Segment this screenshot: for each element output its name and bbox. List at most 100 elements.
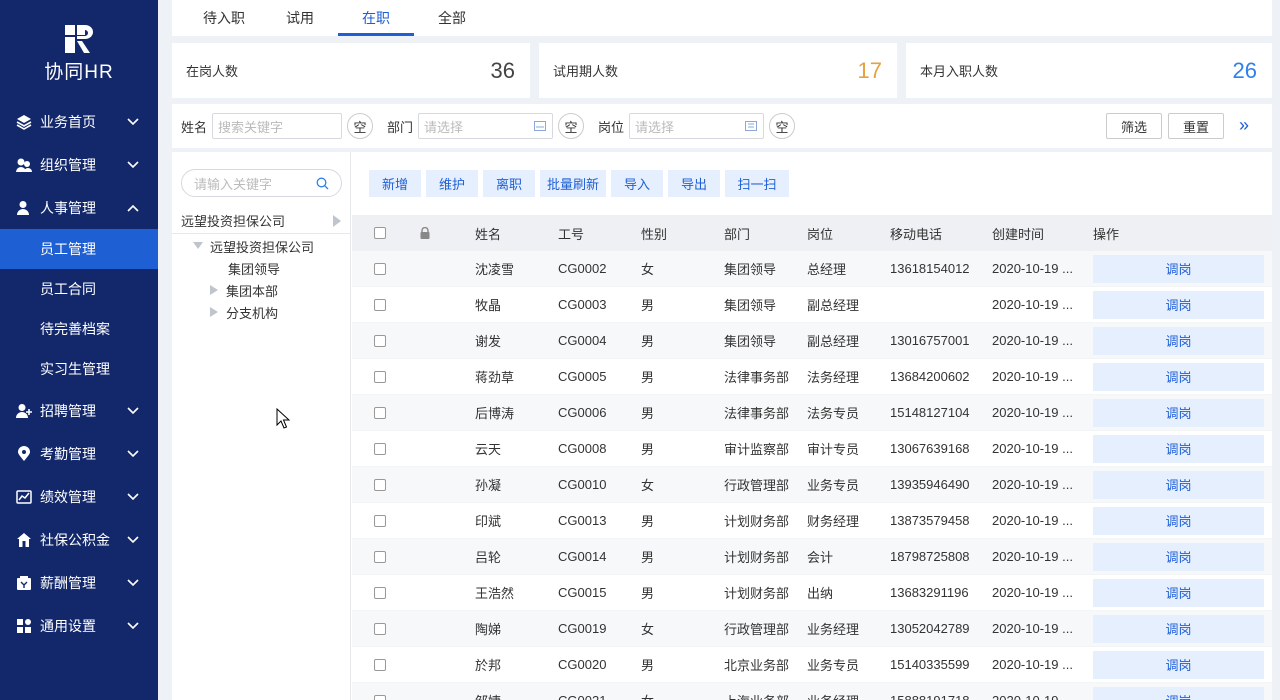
table-row[interactable]: 沈凌雪 CG0002 女 集团领导 总经理 13618154012 2020-10-19 .…: [352, 251, 1272, 287]
tab-pending[interactable]: 待入职: [186, 0, 262, 36]
row-checkbox[interactable]: [374, 442, 386, 455]
expand-icon[interactable]: »: [1234, 114, 1254, 136]
table-row[interactable]: 牧晶 CG0003 男 集团领导 副总经理 2020-10-19 ... 调岗: [352, 287, 1272, 323]
col-dept[interactable]: 部门: [724, 224, 807, 243]
cell-gender: 男: [641, 406, 655, 421]
col-post[interactable]: 岗位: [807, 224, 890, 243]
name-search-input[interactable]: 搜索关键字: [212, 113, 343, 139]
transfer-post-button[interactable]: 调岗: [1093, 578, 1264, 607]
menu-recruit[interactable]: 招聘管理: [0, 389, 158, 432]
cell-gender: 男: [641, 370, 655, 385]
row-checkbox[interactable]: [374, 478, 386, 491]
menu-settings[interactable]: 通用设置: [0, 604, 158, 647]
cell-gender: 男: [641, 334, 655, 349]
tree-node-branches[interactable]: 分支机构: [208, 301, 278, 323]
select-all-checkbox[interactable]: [374, 227, 386, 239]
table-row[interactable]: 陶娣 CG0019 女 行政管理部 业务经理 13052042789 2020-10-19 …: [352, 611, 1272, 647]
tree-search-input[interactable]: 请输入关键字: [181, 169, 342, 197]
transfer-post-button[interactable]: 调岗: [1093, 434, 1264, 463]
tab-probation[interactable]: 试用: [262, 0, 338, 36]
col-id[interactable]: 工号: [558, 224, 641, 243]
transfer-post-button[interactable]: 调岗: [1093, 362, 1264, 391]
import-button[interactable]: 导入: [611, 170, 663, 197]
cell-post: 副总经理: [807, 298, 860, 313]
tree-node-headquarters[interactable]: 集团本部: [208, 279, 278, 301]
row-checkbox[interactable]: [374, 370, 386, 383]
tree-node-company[interactable]: 远望投资担保公司: [192, 235, 314, 257]
submenu-pending-archive[interactable]: 待完善档案: [0, 309, 158, 349]
clear-name-button[interactable]: 空: [347, 113, 374, 139]
resign-button[interactable]: 离职: [483, 170, 535, 197]
menu-hr[interactable]: 人事管理: [0, 186, 158, 229]
table-row[interactable]: 后博涛 CG0006 男 法律事务部 法务专员 15148127104 2020-10-19…: [352, 395, 1272, 431]
row-checkbox[interactable]: [374, 298, 386, 311]
employee-table: 姓名 工号 性别 部门 岗位 移动电话 创建时间 操作 沈凌雪 CG0002 女集团…: [352, 215, 1272, 700]
tab-all[interactable]: 全部: [414, 0, 490, 36]
table-row[interactable]: 印斌 CG0013 男 计划财务部 财务经理 13873579458 2020-10-19 …: [352, 503, 1272, 539]
menu-social-insurance[interactable]: 社保公积金: [0, 518, 158, 561]
transfer-post-button[interactable]: 调岗: [1093, 254, 1264, 283]
row-checkbox[interactable]: [374, 514, 386, 527]
transfer-post-button[interactable]: 调岗: [1093, 290, 1264, 319]
transfer-post-button[interactable]: 调岗: [1093, 506, 1264, 535]
clear-post-button[interactable]: 空: [769, 113, 796, 139]
post-filter-label: 岗位: [598, 119, 625, 135]
maintain-button[interactable]: 维护: [426, 170, 478, 197]
cell-phone: 15140335599: [890, 657, 970, 672]
cell-created: 2020-10-19 ...: [992, 261, 1073, 276]
row-checkbox[interactable]: [374, 334, 386, 347]
transfer-post-button[interactable]: 调岗: [1093, 542, 1264, 571]
col-name[interactable]: 姓名: [475, 224, 558, 243]
tree-node-leaders[interactable]: 集团领导: [228, 257, 280, 279]
submenu-employee-management[interactable]: 员工管理: [0, 229, 158, 269]
post-select[interactable]: 请选择: [629, 113, 765, 139]
table-row[interactable]: 云天 CG0008 男 审计监察部 审计专员 13067639168 2020-10-19 …: [352, 431, 1272, 467]
scan-button[interactable]: 扫一扫: [725, 170, 789, 197]
chevron-down-icon: [127, 535, 139, 543]
table-row[interactable]: 於邦 CG0020 男 北京业务部 业务专员 15140335599 2020-10-19 …: [352, 647, 1272, 683]
menu-home[interactable]: 业务首页: [0, 100, 158, 143]
export-button[interactable]: 导出: [668, 170, 720, 197]
row-checkbox[interactable]: [374, 658, 386, 671]
menu-org[interactable]: 组织管理: [0, 143, 158, 186]
table-row[interactable]: 蒋劲草 CG0005 男 法律事务部 法务经理 13684200602 2020-10-19…: [352, 359, 1272, 395]
row-checkbox[interactable]: [374, 622, 386, 635]
table-row[interactable]: 谢发 CG0004 男 集团领导 副总经理 13016757001 2020-10-19 .…: [352, 323, 1272, 359]
transfer-post-button[interactable]: 调岗: [1093, 326, 1264, 355]
submenu-intern-management[interactable]: 实习生管理: [0, 349, 158, 389]
reset-button[interactable]: 重置: [1168, 113, 1224, 139]
cell-name: 印斌: [475, 514, 502, 529]
dept-select[interactable]: 请选择: [418, 113, 554, 139]
dept-filter-label: 部门: [387, 119, 414, 135]
filter-button[interactable]: 筛选: [1106, 113, 1162, 139]
tree-root-selector[interactable]: 远望投资担保公司: [172, 208, 350, 234]
cell-created: 2020-10-19 ...: [992, 369, 1073, 384]
table-row[interactable]: 孙凝 CG0010 女 行政管理部 业务专员 13935946490 2020-10-19 …: [352, 467, 1272, 503]
transfer-post-button[interactable]: 调岗: [1093, 650, 1264, 679]
row-checkbox[interactable]: [374, 550, 386, 563]
clear-dept-button[interactable]: 空: [558, 113, 585, 139]
row-checkbox[interactable]: [374, 586, 386, 599]
table-row[interactable]: 王浩然 CG0015 男 计划财务部 出纳 13683291196 2020-10-19 .…: [352, 575, 1272, 611]
col-created[interactable]: 创建时间: [992, 224, 1093, 243]
menu-performance[interactable]: 绩效管理: [0, 475, 158, 518]
cell-gender: 男: [641, 514, 655, 529]
add-button[interactable]: 新增: [369, 170, 421, 197]
submenu-employee-contract[interactable]: 员工合同: [0, 269, 158, 309]
transfer-post-button[interactable]: 调岗: [1093, 398, 1264, 427]
table-row[interactable]: 吕轮 CG0014 男 计划财务部 会计 18798725808 2020-10-19 ..…: [352, 539, 1272, 575]
row-checkbox[interactable]: [374, 262, 386, 275]
table-row[interactable]: 邹婕CG0021女上海业务部业务经理158881917182020-10-19 …: [352, 683, 1272, 700]
transfer-post-button[interactable]: 调岗: [1093, 686, 1264, 700]
transfer-post-button[interactable]: 调岗: [1093, 614, 1264, 643]
batch-refresh-button[interactable]: 批量刷新: [540, 170, 606, 197]
row-checkbox[interactable]: [374, 694, 386, 700]
menu-salary[interactable]: 薪酬管理: [0, 561, 158, 604]
user-icon: [16, 200, 32, 216]
tab-active[interactable]: 在职: [338, 0, 414, 36]
row-checkbox[interactable]: [374, 406, 386, 419]
menu-attendance[interactable]: 考勤管理: [0, 432, 158, 475]
transfer-post-button[interactable]: 调岗: [1093, 470, 1264, 499]
col-phone[interactable]: 移动电话: [890, 224, 992, 243]
col-gender[interactable]: 性别: [641, 224, 724, 243]
